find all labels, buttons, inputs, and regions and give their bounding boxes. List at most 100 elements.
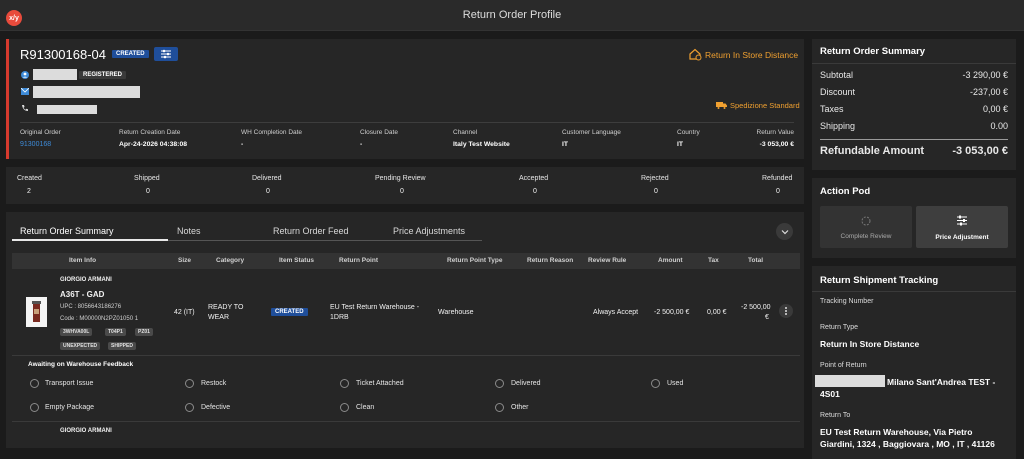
col-amount: Amount — [658, 257, 683, 264]
item-return-point-type: Warehouse — [438, 309, 474, 316]
label-delivered: Delivered — [511, 380, 541, 387]
tracking-number-label: Tracking Number — [820, 298, 874, 305]
tab-notes[interactable]: Notes — [177, 226, 201, 236]
point-of-return-line1: Milano Sant'Andrea TEST - — [887, 377, 996, 387]
row-menu-button[interactable] — [779, 304, 793, 318]
price-adjustment-button[interactable]: Price Adjustment — [916, 206, 1008, 248]
col-return-reason: Return Reason — [527, 257, 574, 264]
tab-return-order-summary[interactable]: Return Order Summary — [20, 226, 114, 236]
tabs-underline — [168, 240, 482, 241]
return-type-label: Return Type — [820, 324, 859, 331]
item-flag-shipped: SHIPPED — [108, 342, 136, 350]
field-label-closure-date: Closure Date — [360, 129, 398, 136]
summary-total-divider — [820, 139, 1008, 140]
shipping-value: 0.00 — [990, 121, 1008, 131]
col-item-info: Item Info — [69, 257, 97, 264]
item-category-line1: READY TO — [208, 304, 244, 311]
item-upc: UPC : 8056643186276 — [60, 304, 122, 310]
radio-transport-issue[interactable] — [30, 379, 39, 388]
order-filter-button[interactable] — [154, 47, 178, 61]
discount-label: Discount — [820, 87, 856, 97]
col-tax: Tax — [708, 257, 719, 264]
item-tag: T04P1 — [105, 328, 126, 336]
status-label-created: Created — [17, 175, 42, 182]
item-total-line1: -2 500,00 — [741, 304, 771, 311]
radio-other[interactable] — [495, 403, 504, 412]
return-method-label: Return In Store Distance — [705, 50, 799, 60]
radio-used[interactable] — [651, 379, 660, 388]
tab-return-order-feed[interactable]: Return Order Feed — [273, 226, 349, 236]
price-adjustment-label: Price Adjustment — [935, 234, 989, 241]
user-icon — [21, 71, 29, 79]
collapse-button[interactable] — [776, 223, 793, 240]
customer-phone-redacted — [37, 105, 97, 114]
order-id: R91300168-04 — [20, 47, 107, 62]
item-return-point-line1: EU Test Return Warehouse - — [330, 304, 420, 311]
col-category: Category — [216, 257, 245, 264]
label-transport-issue: Transport Issue — [45, 380, 94, 387]
complete-review-label: Complete Review — [840, 233, 892, 240]
status-value-refunded: 0 — [776, 188, 780, 195]
truck-icon — [716, 102, 727, 109]
label-defective: Defective — [201, 404, 231, 411]
return-to-label: Return To — [820, 412, 851, 419]
garment-image-icon — [32, 301, 41, 322]
product-thumbnail — [26, 297, 47, 327]
status-value-pending-review: 0 — [400, 188, 404, 195]
spinner-icon — [861, 216, 871, 226]
customer-email-redacted — [33, 86, 140, 98]
point-of-return-label: Point of Return — [820, 362, 867, 369]
status-label-pending-review: Pending Review — [375, 175, 426, 182]
field-label-return-value: Return Value — [756, 129, 794, 136]
refundable-value: -3 053,00 € — [952, 145, 1008, 157]
field-value-wh-completion: - — [241, 141, 244, 148]
field-label-creation-date: Return Creation Date — [119, 129, 181, 136]
label-clean: Clean — [356, 404, 375, 411]
row-divider — [12, 355, 800, 356]
label-empty-package: Empty Package — [45, 404, 95, 411]
phone-icon — [22, 105, 28, 111]
status-value-accepted: 0 — [533, 188, 537, 195]
field-value-creation-date: Apr-24-2026 04:38:08 — [119, 141, 188, 148]
status-value-created: 2 — [27, 188, 31, 195]
radio-empty-package[interactable] — [30, 403, 39, 412]
more-vertical-icon — [785, 307, 787, 315]
item-size: 42 (IT) — [174, 309, 195, 316]
discount-value: -237,00 € — [969, 87, 1008, 97]
point-of-return-line2: 4S01 — [820, 389, 840, 399]
col-size: Size — [178, 257, 192, 264]
status-counts-panel — [6, 167, 804, 204]
row-divider — [12, 421, 800, 422]
radio-restock[interactable] — [185, 379, 194, 388]
item-tax: 0,00 € — [707, 309, 727, 316]
field-value-closure-date: - — [360, 141, 363, 148]
item-flag-unexpected: UNEXPECTED — [60, 342, 101, 350]
complete-review-button[interactable]: Complete Review — [820, 206, 912, 248]
col-total: Total — [748, 257, 764, 264]
sliders-icon — [161, 49, 171, 59]
chevron-down-icon — [781, 229, 788, 234]
original-order-link[interactable]: 91300168 — [20, 141, 51, 148]
radio-defective[interactable] — [185, 403, 194, 412]
tab-price-adjustments[interactable]: Price Adjustments — [393, 226, 465, 236]
radio-clean[interactable] — [340, 403, 349, 412]
page-title: Return Order Profile — [462, 9, 562, 21]
status-label-rejected: Rejected — [641, 175, 669, 182]
tracking-title-divider — [812, 291, 1016, 292]
field-label-language: Customer Language — [562, 129, 621, 136]
tracking-title: Return Shipment Tracking — [820, 275, 939, 286]
return-to-line1: EU Test Return Warehouse, Via Pietro — [820, 427, 973, 437]
radio-ticket-attached[interactable] — [340, 379, 349, 388]
item-return-point-line2: 1DRB — [330, 314, 349, 321]
radio-delivered[interactable] — [495, 379, 504, 388]
summary-title-divider — [812, 63, 1016, 64]
status-label-delivered: Delivered — [252, 175, 282, 182]
status-label-refunded: Refunded — [762, 175, 793, 182]
label-used: Used — [667, 380, 684, 387]
item-amount: -2 500,00 € — [654, 309, 690, 316]
label-restock: Restock — [201, 380, 227, 387]
field-label-channel: Channel — [453, 129, 478, 136]
taxes-label: Taxes — [820, 104, 844, 114]
col-return-point-type: Return Point Type — [447, 257, 503, 264]
top-bar: x/y Return Order Profile — [0, 0, 1024, 31]
